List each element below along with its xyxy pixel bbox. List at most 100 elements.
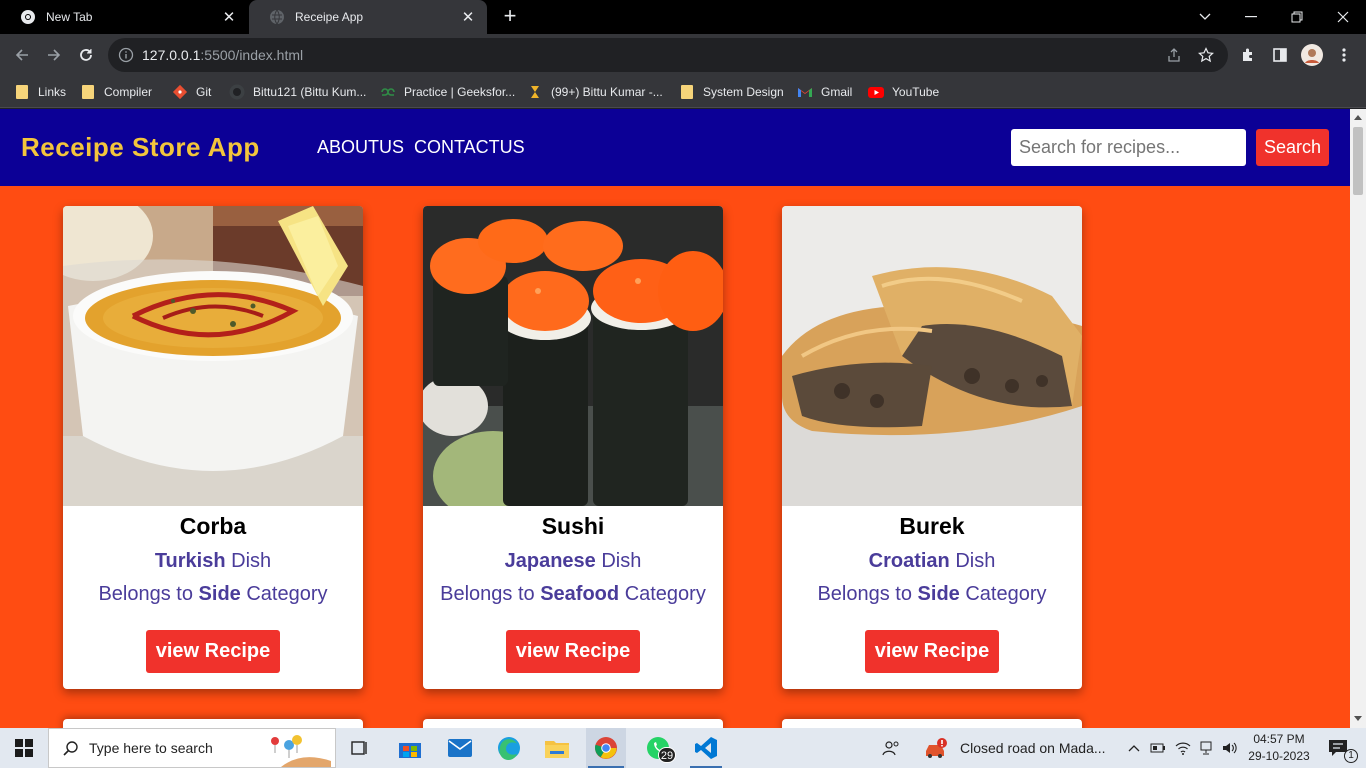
people-icon[interactable] — [876, 728, 906, 768]
windows-start-icon[interactable] — [0, 728, 48, 768]
bookmark-system-design[interactable]: System Design — [679, 82, 784, 102]
recipe-card-partial — [423, 719, 723, 728]
close-tab-icon[interactable]: ✕ — [216, 8, 242, 26]
app-brand[interactable]: Receipe Store App — [21, 132, 260, 163]
profile-avatar[interactable] — [1300, 43, 1324, 67]
share-icon[interactable] — [1166, 47, 1182, 68]
vscode-icon[interactable] — [686, 728, 726, 768]
nav-contactus-link[interactable]: CONTACTUS — [414, 137, 525, 158]
edge-browser-icon[interactable] — [491, 728, 527, 768]
task-view-icon[interactable] — [342, 728, 378, 768]
recipe-name: Burek — [899, 513, 965, 539]
bookmark-quora[interactable]: (99+) Bittu Kumar -... — [527, 82, 663, 102]
display-projection-icon[interactable] — [1196, 728, 1218, 768]
bookmark-star-icon[interactable] — [1198, 47, 1214, 68]
browser-toolbar: 127.0.0.1:5500/index.html — [0, 34, 1366, 76]
chrome-icon — [20, 9, 36, 25]
reload-icon[interactable] — [74, 43, 98, 67]
file-explorer-icon[interactable] — [539, 728, 575, 768]
view-recipe-button[interactable]: view Recipe — [864, 630, 1000, 673]
bookmark-label: Compiler — [104, 85, 153, 99]
url-path: :5500/index.html — [200, 47, 304, 63]
volume-icon[interactable] — [1219, 728, 1241, 768]
view-recipe-button[interactable]: view Recipe — [145, 630, 281, 673]
kebab-menu-icon[interactable] — [1332, 43, 1356, 67]
category-suffix: Category — [965, 583, 1047, 605]
tab-receipe-app[interactable]: Receipe App ✕ — [249, 0, 487, 34]
search-icon — [63, 740, 79, 756]
recipe-category: Belongs to Side Category — [782, 583, 1082, 606]
category-name: Seafood — [540, 583, 620, 605]
close-window-icon[interactable] — [1320, 0, 1366, 34]
bookmark-youtube[interactable]: YouTube — [868, 82, 939, 102]
url-text: 127.0.0.1:5500/index.html — [142, 47, 303, 63]
page-viewport: Receipe Store App ABOUTUS CONTACTUS Sear… — [0, 109, 1350, 728]
nav-aboutus-link[interactable]: ABOUTUS — [317, 137, 404, 158]
scrollbar-thumb[interactable] — [1353, 127, 1363, 195]
recipe-area: Turkish Dish — [63, 550, 363, 573]
road-closed-car-icon — [924, 737, 950, 759]
minimize-icon[interactable] — [1228, 0, 1274, 34]
tab-title: New Tab — [46, 10, 93, 24]
taskbar-search-box[interactable]: Type here to search — [48, 728, 336, 768]
search-button[interactable]: Search — [1256, 129, 1329, 166]
belongs-prefix: Belongs to — [817, 583, 912, 605]
recipe-image-soup — [63, 206, 363, 506]
side-panel-icon[interactable] — [1268, 43, 1292, 67]
recipe-image-burek — [782, 206, 1082, 506]
forward-arrow-icon[interactable] — [42, 43, 66, 67]
recipe-area: Japanese Dish — [423, 550, 723, 573]
recipe-name: Corba — [179, 513, 247, 539]
search-highlight-balloons-icon — [261, 731, 331, 767]
extensions-puzzle-icon[interactable] — [1236, 43, 1260, 67]
page-scrollbar[interactable] — [1350, 109, 1366, 728]
bookmark-links[interactable]: Links — [14, 82, 66, 102]
mail-icon[interactable] — [442, 728, 478, 768]
dish-suffix: Dish — [231, 550, 272, 572]
hourglass-icon — [527, 84, 543, 100]
site-info-icon[interactable] — [118, 47, 134, 68]
tab-search-chevron-icon[interactable] — [1182, 0, 1228, 34]
close-tab-icon[interactable]: ✕ — [455, 8, 481, 26]
bookmark-geeksforgeeks[interactable]: Practice | Geeksfor... — [380, 82, 515, 102]
notification-count-badge: 1 — [1344, 749, 1358, 763]
notification-center-icon[interactable]: 1 — [1318, 728, 1358, 768]
recipe-card: Corba Turkish Dish Belongs to Side Categ… — [63, 206, 363, 689]
bookmark-gmail[interactable]: Gmail — [797, 82, 852, 102]
scroll-up-arrow-icon[interactable] — [1354, 115, 1362, 120]
bookmark-label: Links — [38, 85, 67, 99]
address-bar[interactable]: 127.0.0.1:5500/index.html — [108, 38, 1228, 72]
bookmark-label: System Design — [703, 85, 784, 99]
news-widget[interactable]: Closed road on Mada... — [924, 728, 1114, 768]
back-arrow-icon[interactable] — [10, 43, 34, 67]
view-recipe-button[interactable]: view Recipe — [505, 630, 641, 673]
tab-new-tab[interactable]: New Tab ✕ — [0, 0, 248, 34]
clock-time: 04:57 PM — [1253, 732, 1305, 746]
chrome-taskbar-icon[interactable] — [586, 728, 626, 768]
bookmark-github[interactable]: Bittu121 (Bittu Kum... — [229, 82, 366, 102]
battery-icon[interactable] — [1148, 728, 1168, 768]
globe-icon — [269, 9, 285, 25]
new-tab-plus-icon[interactable]: + — [498, 5, 522, 29]
restore-icon[interactable] — [1274, 0, 1320, 34]
microsoft-store-icon[interactable] — [392, 728, 428, 768]
youtube-icon — [868, 84, 884, 100]
scroll-down-arrow-icon[interactable] — [1354, 716, 1362, 721]
recipe-card-partial — [63, 719, 363, 728]
system-clock[interactable]: 04:57 PM 29-10-2023 — [1246, 731, 1312, 765]
app-navbar: Receipe Store App ABOUTUS CONTACTUS Sear… — [0, 109, 1350, 186]
show-hidden-icons-chevron-icon[interactable] — [1125, 728, 1143, 768]
bookmark-git[interactable]: Git — [172, 82, 211, 102]
bookmark-compiler[interactable]: Compiler — [80, 82, 152, 102]
whatsapp-icon[interactable]: 29 — [636, 728, 680, 768]
geeksforgeeks-icon — [380, 84, 396, 100]
belongs-prefix: Belongs to — [98, 583, 193, 605]
clock-date: 29-10-2023 — [1248, 749, 1310, 763]
recipe-search-input[interactable] — [1011, 129, 1246, 166]
bookmark-label: Bittu121 (Bittu Kum... — [253, 85, 367, 99]
recipe-name: Sushi — [541, 513, 605, 539]
category-name: Side — [917, 583, 960, 605]
wifi-icon[interactable] — [1172, 728, 1194, 768]
category-suffix: Category — [246, 583, 328, 605]
area-name: Croatian — [868, 550, 950, 572]
